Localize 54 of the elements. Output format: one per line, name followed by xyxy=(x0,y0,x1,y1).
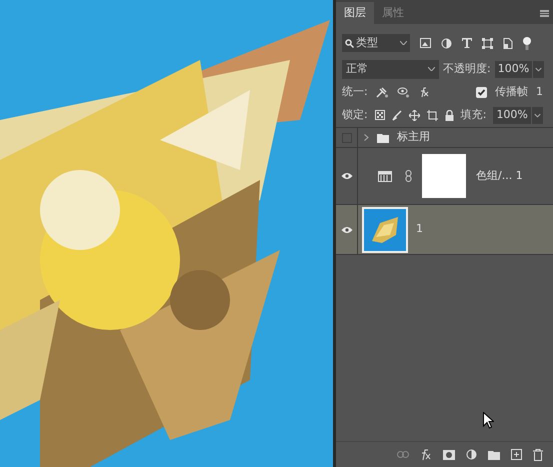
caret-icon xyxy=(532,60,544,78)
trash-icon[interactable] xyxy=(533,448,543,460)
folder-icon xyxy=(377,132,389,142)
caret-icon xyxy=(428,67,435,71)
toggle-icon[interactable] xyxy=(523,36,531,50)
eye-icon[interactable] xyxy=(340,172,352,180)
frame-number: 1 xyxy=(536,84,543,100)
layer-row[interactable]: 色组/... 1 xyxy=(336,148,553,205)
panel-menu-icon[interactable] xyxy=(540,10,549,17)
layer-row[interactable]: 标主用 xyxy=(336,128,553,148)
brush-icon[interactable] xyxy=(392,110,402,120)
move-icon[interactable] xyxy=(408,110,420,120)
filter-value: 类型 xyxy=(356,34,379,51)
layer-row[interactable]: 1 xyxy=(336,205,553,255)
propagate-label: 传播帧 xyxy=(495,84,528,100)
layer-name: 1 xyxy=(416,221,423,238)
lock-icon[interactable] xyxy=(444,110,454,120)
chain-icon[interactable] xyxy=(405,170,412,182)
blend-mode-dropdown[interactable]: 正常 xyxy=(342,60,439,78)
folder-icon[interactable] xyxy=(488,450,500,460)
fx-icon[interactable] xyxy=(420,448,432,460)
opacity-label: 不透明度: xyxy=(443,60,491,77)
transform-icon[interactable] xyxy=(482,38,493,48)
layer-name: 标主用 xyxy=(397,129,430,146)
fill-label: 填充: xyxy=(460,106,486,123)
half-circle-icon[interactable] xyxy=(441,38,452,48)
mask-icon[interactable] xyxy=(443,450,455,460)
cursor-icon xyxy=(483,412,494,429)
type-icon[interactable] xyxy=(462,38,472,48)
checkerboard-icon[interactable] xyxy=(374,110,385,120)
smart-object-icon[interactable] xyxy=(503,38,513,48)
crop-icon[interactable] xyxy=(426,110,438,120)
blend-mode-value: 正常 xyxy=(346,60,369,77)
unify-label: 统一: xyxy=(342,84,368,100)
filter-dropdown[interactable]: 类型 xyxy=(342,34,410,52)
pin-icon[interactable] xyxy=(376,86,389,98)
fill-field[interactable]: 100% xyxy=(493,106,543,124)
lock-label: 锁定: xyxy=(342,106,368,123)
opacity-field[interactable]: 100% xyxy=(494,60,544,78)
half-circle-icon[interactable] xyxy=(466,449,477,460)
search-icon xyxy=(345,38,354,48)
layer-name: 色组/... 1 xyxy=(476,168,523,184)
levels-icon xyxy=(378,170,392,182)
panel-tab[interactable]: 图层 xyxy=(336,2,374,24)
eye-icon[interactable] xyxy=(396,86,410,98)
propagate-checkbox[interactable] xyxy=(476,86,487,98)
new-layer-icon[interactable] xyxy=(511,449,522,460)
chevron-icon[interactable] xyxy=(364,134,369,141)
mask-thumbnail xyxy=(422,154,466,198)
layer-thumbnail xyxy=(362,206,408,252)
caret-icon xyxy=(400,41,407,45)
caret-icon xyxy=(530,106,543,124)
eye-icon[interactable] xyxy=(340,226,352,234)
image-icon[interactable] xyxy=(420,38,431,48)
